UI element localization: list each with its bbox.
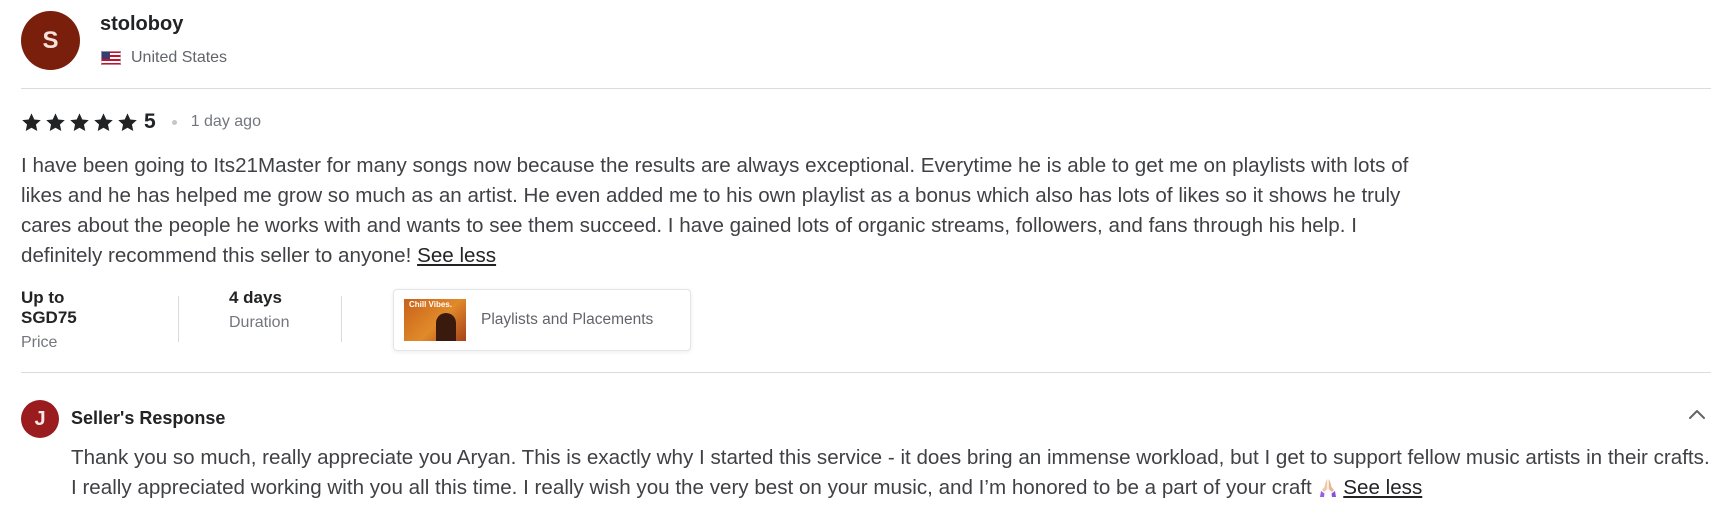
seller-response-text: Thank you so much, really appreciate you… xyxy=(71,443,1711,503)
praying-hands-icon xyxy=(1319,479,1336,497)
seller-response-body: Thank you so much, really appreciate you… xyxy=(71,446,1710,499)
duration-value: 4 days xyxy=(229,288,282,307)
star-rating xyxy=(21,112,141,133)
avatar[interactable]: S xyxy=(21,11,80,70)
star-icon xyxy=(70,112,89,131)
review-body: I have been going to Its21Master for man… xyxy=(21,154,1409,267)
see-less-link[interactable]: See less xyxy=(417,244,496,267)
price-label: Price xyxy=(21,334,58,351)
gig-thumbnail: Chill Vibes. xyxy=(404,299,466,341)
seller-response-title: Seller's Response xyxy=(71,408,226,428)
price-value: Up to SGD75 xyxy=(21,288,77,327)
reviewer-country-row: United States xyxy=(101,49,227,67)
see-less-link[interactable]: See less xyxy=(1343,476,1422,499)
divider xyxy=(21,372,1711,373)
gig-title: Playlists and Placements xyxy=(481,311,654,328)
seller-response-header[interactable]: J Seller's Response xyxy=(21,400,1711,440)
review-time: 1 day ago xyxy=(190,113,261,130)
price-info: Up to SGD75 Price xyxy=(21,288,77,352)
reviewer-country: United States xyxy=(131,49,228,66)
divider xyxy=(21,88,1711,89)
vertical-divider xyxy=(178,296,179,342)
reviewer-username[interactable]: stoloboy xyxy=(100,13,183,36)
star-icon xyxy=(94,112,113,131)
star-icon xyxy=(118,112,137,131)
duration-info: 4 days Duration xyxy=(229,288,289,332)
gig-card[interactable]: Chill Vibes. Playlists and Placements xyxy=(393,289,691,351)
duration-label: Duration xyxy=(229,314,290,331)
gig-thumbnail-figure xyxy=(436,313,456,341)
rating-score: 5 xyxy=(144,110,156,133)
reviewer-info: S stoloboy United States xyxy=(21,11,621,71)
seller-avatar: J xyxy=(21,400,59,438)
star-icon xyxy=(22,112,41,131)
star-icon xyxy=(46,112,65,131)
review-text: I have been going to Its21Master for man… xyxy=(21,151,1421,271)
chevron-up-icon[interactable] xyxy=(1688,406,1706,424)
rating-row: 5 1 day ago xyxy=(21,110,261,134)
us-flag-icon xyxy=(101,51,121,65)
gig-thumbnail-text: Chill Vibes. xyxy=(409,300,452,309)
separator-dot xyxy=(171,119,177,125)
vertical-divider xyxy=(341,296,342,342)
